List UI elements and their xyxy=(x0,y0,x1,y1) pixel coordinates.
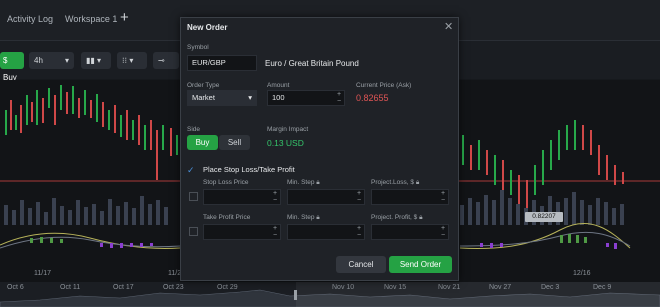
increment-icon[interactable]: + xyxy=(439,190,447,197)
buy-side-button[interactable]: Buy xyxy=(187,135,218,150)
stop-loss-min-step-input[interactable] xyxy=(287,189,365,205)
tab-workspace-1[interactable]: Workspace 1 xyxy=(65,14,117,24)
increment-icon[interactable]: + xyxy=(439,225,447,232)
project-loss-input[interactable] xyxy=(371,189,449,205)
decrement-icon[interactable]: − xyxy=(439,232,447,239)
crosshair-icon: ⊸ xyxy=(158,56,165,65)
send-order-button[interactable]: Send Order xyxy=(389,256,452,273)
current-price-label: Current Price (Ask) xyxy=(356,82,412,89)
indicators-icon: ⁝⁝ xyxy=(122,56,128,65)
nav-date: Dec 9 xyxy=(593,284,612,291)
min-step-text: Min. Step xyxy=(287,179,315,186)
nav-date: Nov 15 xyxy=(384,284,407,291)
amount-label: Amount xyxy=(267,82,290,89)
side-label: Side xyxy=(187,126,201,133)
stop-loss-label: Stop Loss Price xyxy=(203,179,249,186)
indicators-button[interactable]: ⁝⁝ ▾ xyxy=(117,52,147,69)
dialog-title: New Order xyxy=(187,23,228,32)
navigator-series xyxy=(0,282,660,307)
take-profit-checkbox[interactable] xyxy=(189,227,198,236)
project-profit-label: Project. Profit, $ 🔒︎ xyxy=(371,214,423,222)
nav-date: Nov 10 xyxy=(332,284,355,291)
project-profit-input[interactable] xyxy=(371,224,449,240)
stop-loss-checkbox[interactable] xyxy=(189,192,198,201)
chart-navigator[interactable]: Oct 6 Oct 11 Oct 17 Oct 23 Oct 29 Nov 10… xyxy=(0,282,660,307)
sell-side-button[interactable]: Sell xyxy=(219,135,250,150)
project-loss-label: Project.Loss, $ 🔒︎ xyxy=(371,179,419,187)
decrement-icon[interactable]: − xyxy=(355,197,363,204)
increment-icon[interactable]: + xyxy=(355,225,363,232)
min-step-label: Min. Step 🔒︎ xyxy=(287,214,320,222)
drawing-tools-button[interactable]: ⊸ xyxy=(153,52,179,69)
take-profit-input[interactable] xyxy=(203,224,281,240)
candles-icon: ▮▮ xyxy=(86,56,95,65)
decrement-icon[interactable]: − xyxy=(271,232,279,239)
amount-decrement-icon[interactable]: − xyxy=(335,98,343,105)
order-type-select[interactable]: Market ▾ xyxy=(187,90,257,106)
order-type-value: Market xyxy=(192,93,215,102)
increment-icon[interactable]: + xyxy=(271,190,279,197)
symbol-label: Symbol xyxy=(187,44,209,51)
margin-impact-value: 0.13 USD xyxy=(267,138,304,148)
quick-buy-button[interactable]: $ Buy xyxy=(0,52,24,82)
price-tag: 0.82207 xyxy=(525,212,563,222)
tab-activity-log[interactable]: Activity Log xyxy=(7,14,53,24)
checkmark-icon[interactable]: ✓ xyxy=(187,165,195,176)
chart-type-button[interactable]: ▮▮ ▾ xyxy=(81,52,111,69)
add-tab-icon[interactable]: + xyxy=(120,9,129,26)
candles-left xyxy=(5,85,178,180)
nav-date: Oct 11 xyxy=(60,284,81,291)
cancel-button[interactable]: Cancel xyxy=(336,256,386,273)
nav-date: Oct 17 xyxy=(113,284,134,291)
project-loss-text: Project.Loss, $ xyxy=(371,179,414,186)
timeframe-select[interactable]: 4h ▾ xyxy=(29,52,74,69)
project-profit-text: Project. Profit, $ xyxy=(371,214,418,221)
lock-icon: 🔒︎ xyxy=(419,214,423,221)
amount-input[interactable]: 100 xyxy=(267,90,345,106)
lock-icon: 🔒︎ xyxy=(316,179,320,186)
navigator-handle[interactable] xyxy=(294,290,297,300)
increment-icon[interactable]: + xyxy=(271,225,279,232)
nav-date: Oct 23 xyxy=(163,284,184,291)
take-profit-label: Take Profit Price xyxy=(203,214,251,221)
nav-date: Dec 3 xyxy=(541,284,560,291)
nav-date: Oct 6 xyxy=(7,284,24,291)
decrement-icon[interactable]: − xyxy=(355,232,363,239)
decrement-icon[interactable]: − xyxy=(439,197,447,204)
time-label: 12/16 xyxy=(573,270,591,277)
close-icon[interactable]: ✕ xyxy=(444,20,453,33)
time-label: 11/17 xyxy=(34,270,51,277)
symbol-input[interactable]: EUR/GBP xyxy=(187,55,257,71)
nav-date: Oct 29 xyxy=(217,284,238,291)
amount-increment-icon[interactable]: + xyxy=(335,91,343,98)
lock-icon: 🔒︎ xyxy=(316,214,320,221)
take-profit-min-step-input[interactable] xyxy=(287,224,365,240)
lock-icon: 🔒︎ xyxy=(415,179,420,186)
new-order-dialog: New Order ✕ Symbol EUR/GBP Euro / Great … xyxy=(180,17,459,281)
nav-date: Nov 21 xyxy=(438,284,461,291)
min-step-label: Min. Step 🔒︎ xyxy=(287,179,320,187)
increment-icon[interactable]: + xyxy=(355,190,363,197)
decrement-icon[interactable]: − xyxy=(271,197,279,204)
min-step-text: Min. Step xyxy=(287,214,315,221)
nav-date: Nov 27 xyxy=(489,284,512,291)
sltp-checkbox-label: Place Stop Loss/Take Profit xyxy=(203,165,295,174)
symbol-name: Euro / Great Britain Pound xyxy=(265,59,359,68)
current-price-value: 0.82655 xyxy=(356,93,389,103)
order-type-label: Order Type xyxy=(187,82,220,89)
margin-impact-label: Margin Impact xyxy=(267,126,309,133)
timeframe-label: 4h xyxy=(34,56,43,65)
stop-loss-input[interactable] xyxy=(203,189,281,205)
chevron-down-icon: ▾ xyxy=(64,56,69,65)
chevron-down-icon: ▾ xyxy=(248,93,252,102)
